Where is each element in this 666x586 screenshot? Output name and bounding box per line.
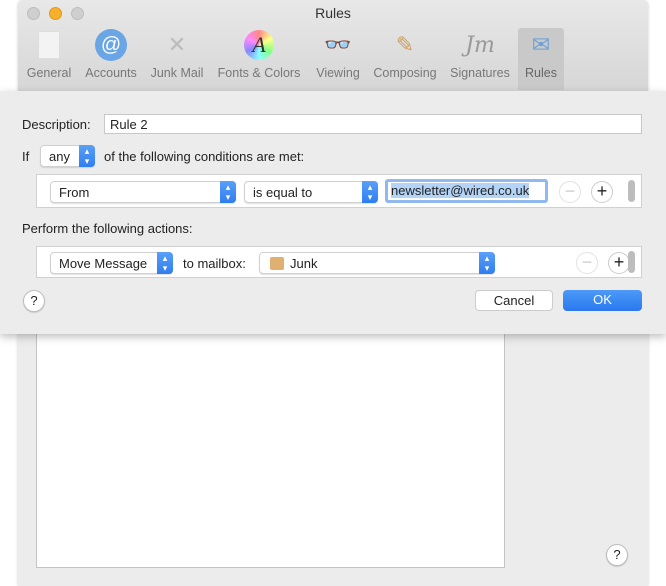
rules-list[interactable]: [36, 320, 505, 568]
tab-label: General: [26, 66, 72, 80]
window-title: Rules: [315, 5, 351, 21]
tab-signatures[interactable]: Jm Signatures: [446, 28, 514, 90]
rule-editor-sheet: Description: Rule 2 If any ▴ ▾ of the foll…: [0, 91, 666, 334]
description-input[interactable]: Rule 2: [104, 114, 642, 134]
cancel-button[interactable]: Cancel: [475, 290, 553, 311]
conditions-box: From ▴ ▾ is equal to ▴ ▾ newsletter@wired.co…: [36, 174, 642, 208]
chevron-updown-icon: ▴ ▾: [479, 252, 495, 274]
condition-value-input[interactable]: newsletter@wired.co.uk: [385, 179, 548, 203]
tab-accounts[interactable]: @ Accounts: [80, 28, 142, 90]
junk-mailbox-icon: [270, 257, 284, 270]
tab-composing[interactable]: ✎ Composing: [369, 28, 441, 90]
tab-label: Junk Mail: [150, 66, 204, 80]
mailbox-select[interactable]: Junk ▴ ▾: [259, 252, 495, 274]
condition-operator-value: is equal to: [253, 185, 313, 200]
tab-label: Accounts: [85, 66, 137, 80]
tab-general[interactable]: General: [24, 28, 74, 90]
tab-label: Fonts & Colors: [217, 66, 301, 80]
tab-label: Viewing: [316, 66, 360, 80]
general-switch-icon: [32, 28, 66, 62]
tab-fonts-colors[interactable]: A Fonts & Colors: [212, 28, 306, 90]
mailbox-value: Junk: [290, 256, 318, 271]
at-sign-icon: @: [94, 28, 128, 62]
condition-field-value: From: [59, 185, 90, 200]
chevron-updown-icon: ▴ ▾: [220, 181, 236, 203]
tab-junk-mail[interactable]: ✕ Junk Mail: [146, 28, 208, 90]
signature-icon: Jm: [465, 32, 495, 58]
add-action-button[interactable]: +: [608, 252, 630, 274]
chevron-updown-icon: ▴ ▾: [362, 181, 378, 203]
match-select[interactable]: any ▴ ▾: [40, 145, 95, 167]
actions-scrollbar[interactable]: [628, 251, 635, 273]
condition-operator-select[interactable]: is equal to ▴ ▾: [244, 181, 378, 203]
actions-box: Move Message ▴ ▾ to mailbox: Junk ▴ ▾ − +: [36, 246, 642, 278]
actions-label: Perform the following actions:: [22, 221, 193, 236]
glasses-icon: 👓: [324, 32, 352, 57]
rules-envelope-icon: ✉: [531, 32, 551, 57]
description-label: Description:: [22, 117, 91, 132]
chevron-updown-icon: ▴ ▾: [79, 145, 95, 167]
condition-field-select[interactable]: From ▴ ▾: [50, 181, 236, 203]
action-type-value: Move Message: [59, 256, 148, 271]
to-mailbox-label: to mailbox:: [183, 256, 246, 271]
if-label: If: [22, 149, 30, 164]
conditions-label: of the following conditions are met:: [104, 149, 305, 164]
help-button[interactable]: ?: [606, 544, 628, 566]
tab-label: Rules: [525, 66, 557, 80]
condition-value-text: newsletter@wired.co.uk: [391, 183, 530, 198]
match-value: any: [49, 149, 70, 164]
action-type-select[interactable]: Move Message ▴ ▾: [50, 252, 173, 274]
tab-label: Signatures: [450, 66, 510, 80]
tab-viewing[interactable]: 👓 Viewing: [311, 28, 365, 90]
conditions-scrollbar[interactable]: [628, 180, 635, 202]
tab-rules[interactable]: ✉ Rules: [518, 28, 564, 90]
remove-condition-button[interactable]: −: [559, 181, 581, 203]
font-color-wheel-icon: A: [242, 28, 276, 62]
remove-action-button[interactable]: −: [576, 252, 598, 274]
tab-label: Composing: [373, 66, 437, 80]
sheet-help-button[interactable]: ?: [23, 290, 45, 312]
junk-bin-icon: ✕: [167, 32, 187, 57]
pencil-paper-icon: ✎: [395, 32, 415, 57]
add-condition-button[interactable]: +: [591, 181, 613, 203]
chevron-updown-icon: ▴ ▾: [157, 252, 173, 274]
ok-button[interactable]: OK: [563, 290, 642, 311]
